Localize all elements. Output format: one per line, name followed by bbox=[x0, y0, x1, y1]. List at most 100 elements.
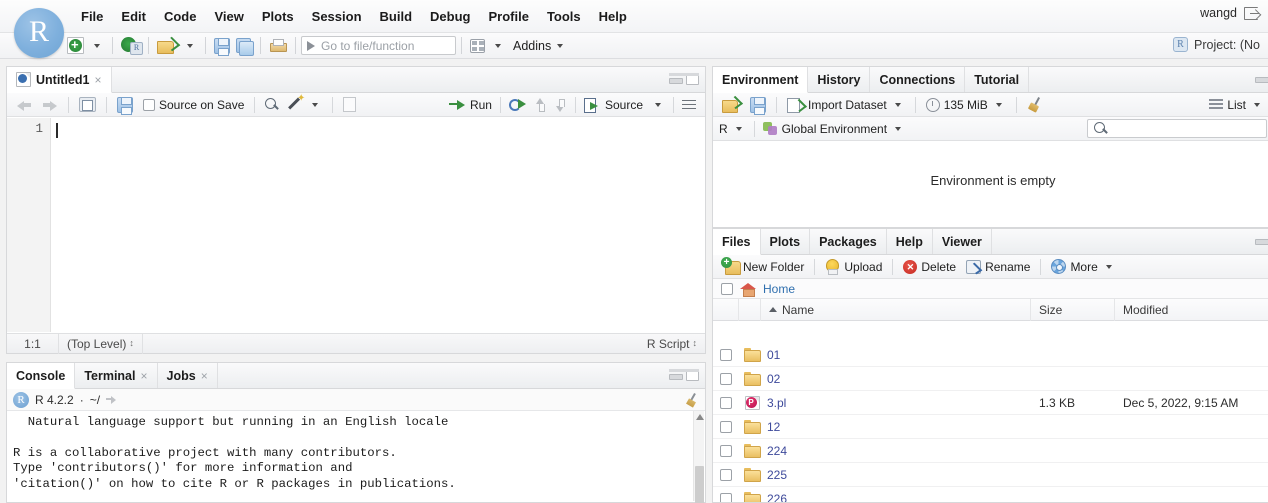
save-workspace-button[interactable] bbox=[746, 95, 770, 115]
menu-plots[interactable]: Plots bbox=[253, 5, 303, 28]
document-type-selector[interactable]: R Script ↕ bbox=[639, 337, 705, 351]
upload-button[interactable]: Upload bbox=[821, 257, 886, 276]
pane-layout-dropdown[interactable] bbox=[488, 35, 508, 57]
tab-files[interactable]: Files bbox=[713, 229, 761, 255]
environment-selector-label[interactable]: Global Environment bbox=[782, 122, 887, 136]
back-button[interactable] bbox=[12, 96, 36, 114]
memory-usage-button[interactable]: 135 MiB bbox=[922, 96, 1010, 114]
save-button[interactable] bbox=[211, 35, 233, 57]
compile-report-button[interactable] bbox=[339, 95, 360, 114]
menu-session[interactable]: Session bbox=[303, 5, 371, 28]
tab-tutorial[interactable]: Tutorial bbox=[965, 67, 1030, 92]
maximize-icon[interactable] bbox=[686, 369, 699, 381]
load-workspace-button[interactable] bbox=[718, 95, 744, 114]
save-all-button[interactable] bbox=[233, 35, 255, 57]
menu-build[interactable]: Build bbox=[371, 5, 422, 28]
more-button[interactable]: More bbox=[1047, 257, 1119, 276]
run-next-button[interactable] bbox=[551, 96, 571, 114]
source-dropdown[interactable] bbox=[647, 101, 669, 109]
pane-layout-button[interactable] bbox=[467, 35, 488, 57]
table-row[interactable]: 224 bbox=[713, 439, 1268, 463]
print-button[interactable] bbox=[266, 35, 290, 57]
new-file-dropdown[interactable] bbox=[87, 35, 107, 57]
close-icon[interactable]: × bbox=[201, 369, 208, 383]
tab-packages[interactable]: Packages bbox=[810, 229, 887, 254]
row-name[interactable]: 226 bbox=[765, 492, 1031, 503]
tab-terminal[interactable]: Terminal × bbox=[75, 363, 158, 388]
table-row[interactable]: 226 bbox=[713, 487, 1268, 502]
chevron-down-icon[interactable] bbox=[735, 126, 742, 131]
delete-button[interactable]: Delete bbox=[899, 258, 960, 276]
tab-jobs[interactable]: Jobs × bbox=[158, 363, 218, 388]
scope-selector[interactable]: (Top Level) ↕ bbox=[59, 333, 143, 354]
minimize-icon[interactable] bbox=[1255, 73, 1268, 84]
addins-button[interactable]: Addins bbox=[508, 35, 570, 57]
row-checkbox[interactable] bbox=[720, 396, 732, 409]
tab-connections[interactable]: Connections bbox=[870, 67, 966, 92]
table-row[interactable]: 3.pl 1.3 KB Dec 5, 2022, 9:15 AM bbox=[713, 391, 1268, 415]
code-tools-button[interactable] bbox=[285, 93, 326, 114]
table-row[interactable]: 12 bbox=[713, 415, 1268, 439]
scrollbar-thumb[interactable] bbox=[695, 466, 704, 503]
source-tab-untitled1[interactable]: Untitled1 × bbox=[7, 67, 112, 93]
new-file-button[interactable] bbox=[64, 35, 87, 57]
breadcrumb-home-link[interactable]: Home bbox=[763, 282, 795, 296]
row-name[interactable]: 3.pl bbox=[765, 396, 1031, 410]
close-icon[interactable]: × bbox=[94, 73, 101, 87]
find-replace-button[interactable] bbox=[261, 96, 283, 114]
tab-history[interactable]: History bbox=[808, 67, 871, 92]
chevron-down-icon[interactable] bbox=[895, 126, 902, 131]
maximize-icon[interactable] bbox=[686, 73, 699, 85]
row-name[interactable]: 225 bbox=[765, 468, 1031, 482]
tab-environment[interactable]: Environment bbox=[713, 67, 809, 93]
language-selector-label[interactable]: R bbox=[719, 122, 728, 136]
row-checkbox[interactable] bbox=[720, 372, 732, 385]
rename-button[interactable]: Rename bbox=[962, 258, 1034, 276]
import-dataset-button[interactable]: Import Dataset bbox=[783, 96, 909, 114]
checkbox-icon[interactable] bbox=[143, 98, 155, 111]
header-modified-column[interactable]: Modified bbox=[1115, 299, 1268, 321]
new-folder-button[interactable]: New Folder bbox=[718, 257, 808, 276]
rerun-button[interactable] bbox=[505, 96, 531, 113]
menu-edit[interactable]: Edit bbox=[112, 5, 155, 28]
source-on-save-toggle[interactable]: Source on Save bbox=[139, 96, 248, 114]
open-file-button[interactable] bbox=[154, 35, 180, 57]
menu-view[interactable]: View bbox=[205, 5, 252, 28]
minimize-icon[interactable] bbox=[1255, 235, 1268, 246]
select-all-checkbox[interactable] bbox=[721, 282, 733, 295]
table-row[interactable]: 02 bbox=[713, 367, 1268, 391]
goto-file-function-input[interactable]: Go to file/function bbox=[301, 36, 456, 55]
open-recent-dropdown[interactable] bbox=[180, 35, 200, 57]
show-in-new-window-button[interactable] bbox=[75, 95, 100, 114]
source-button[interactable]: Source bbox=[580, 96, 647, 114]
menu-code[interactable]: Code bbox=[155, 5, 206, 28]
menu-tools[interactable]: Tools bbox=[538, 5, 590, 28]
tab-viewer[interactable]: Viewer bbox=[933, 229, 992, 254]
tab-console[interactable]: Console bbox=[7, 363, 76, 389]
console-scrollbar[interactable] bbox=[693, 411, 704, 503]
row-checkbox[interactable] bbox=[720, 444, 732, 457]
menu-help[interactable]: Help bbox=[590, 5, 636, 28]
environment-search-input[interactable] bbox=[1087, 119, 1267, 138]
tab-help[interactable]: Help bbox=[887, 229, 933, 254]
table-row[interactable]: 01 bbox=[713, 343, 1268, 367]
clear-workspace-button[interactable] bbox=[1023, 95, 1047, 114]
open-directory-icon[interactable] bbox=[106, 395, 117, 404]
forward-button[interactable] bbox=[38, 96, 62, 114]
close-icon[interactable]: × bbox=[140, 369, 147, 383]
project-selector[interactable]: R Project: (No bbox=[1173, 37, 1260, 52]
row-name[interactable]: 224 bbox=[765, 444, 1031, 458]
document-outline-button[interactable] bbox=[678, 97, 700, 113]
row-checkbox[interactable] bbox=[720, 492, 732, 502]
tab-plots[interactable]: Plots bbox=[761, 229, 811, 254]
code-editor-input[interactable] bbox=[51, 118, 705, 332]
clear-console-icon[interactable] bbox=[685, 393, 699, 407]
row-checkbox[interactable] bbox=[720, 420, 732, 433]
new-project-button[interactable] bbox=[118, 35, 143, 57]
row-name[interactable]: 12 bbox=[765, 420, 1031, 434]
table-row[interactable]: 225 bbox=[713, 463, 1268, 487]
scroll-up-icon[interactable] bbox=[696, 414, 704, 420]
menu-file[interactable]: File bbox=[72, 5, 112, 28]
header-size-column[interactable]: Size bbox=[1031, 298, 1115, 321]
row-name[interactable]: 02 bbox=[765, 372, 1031, 386]
